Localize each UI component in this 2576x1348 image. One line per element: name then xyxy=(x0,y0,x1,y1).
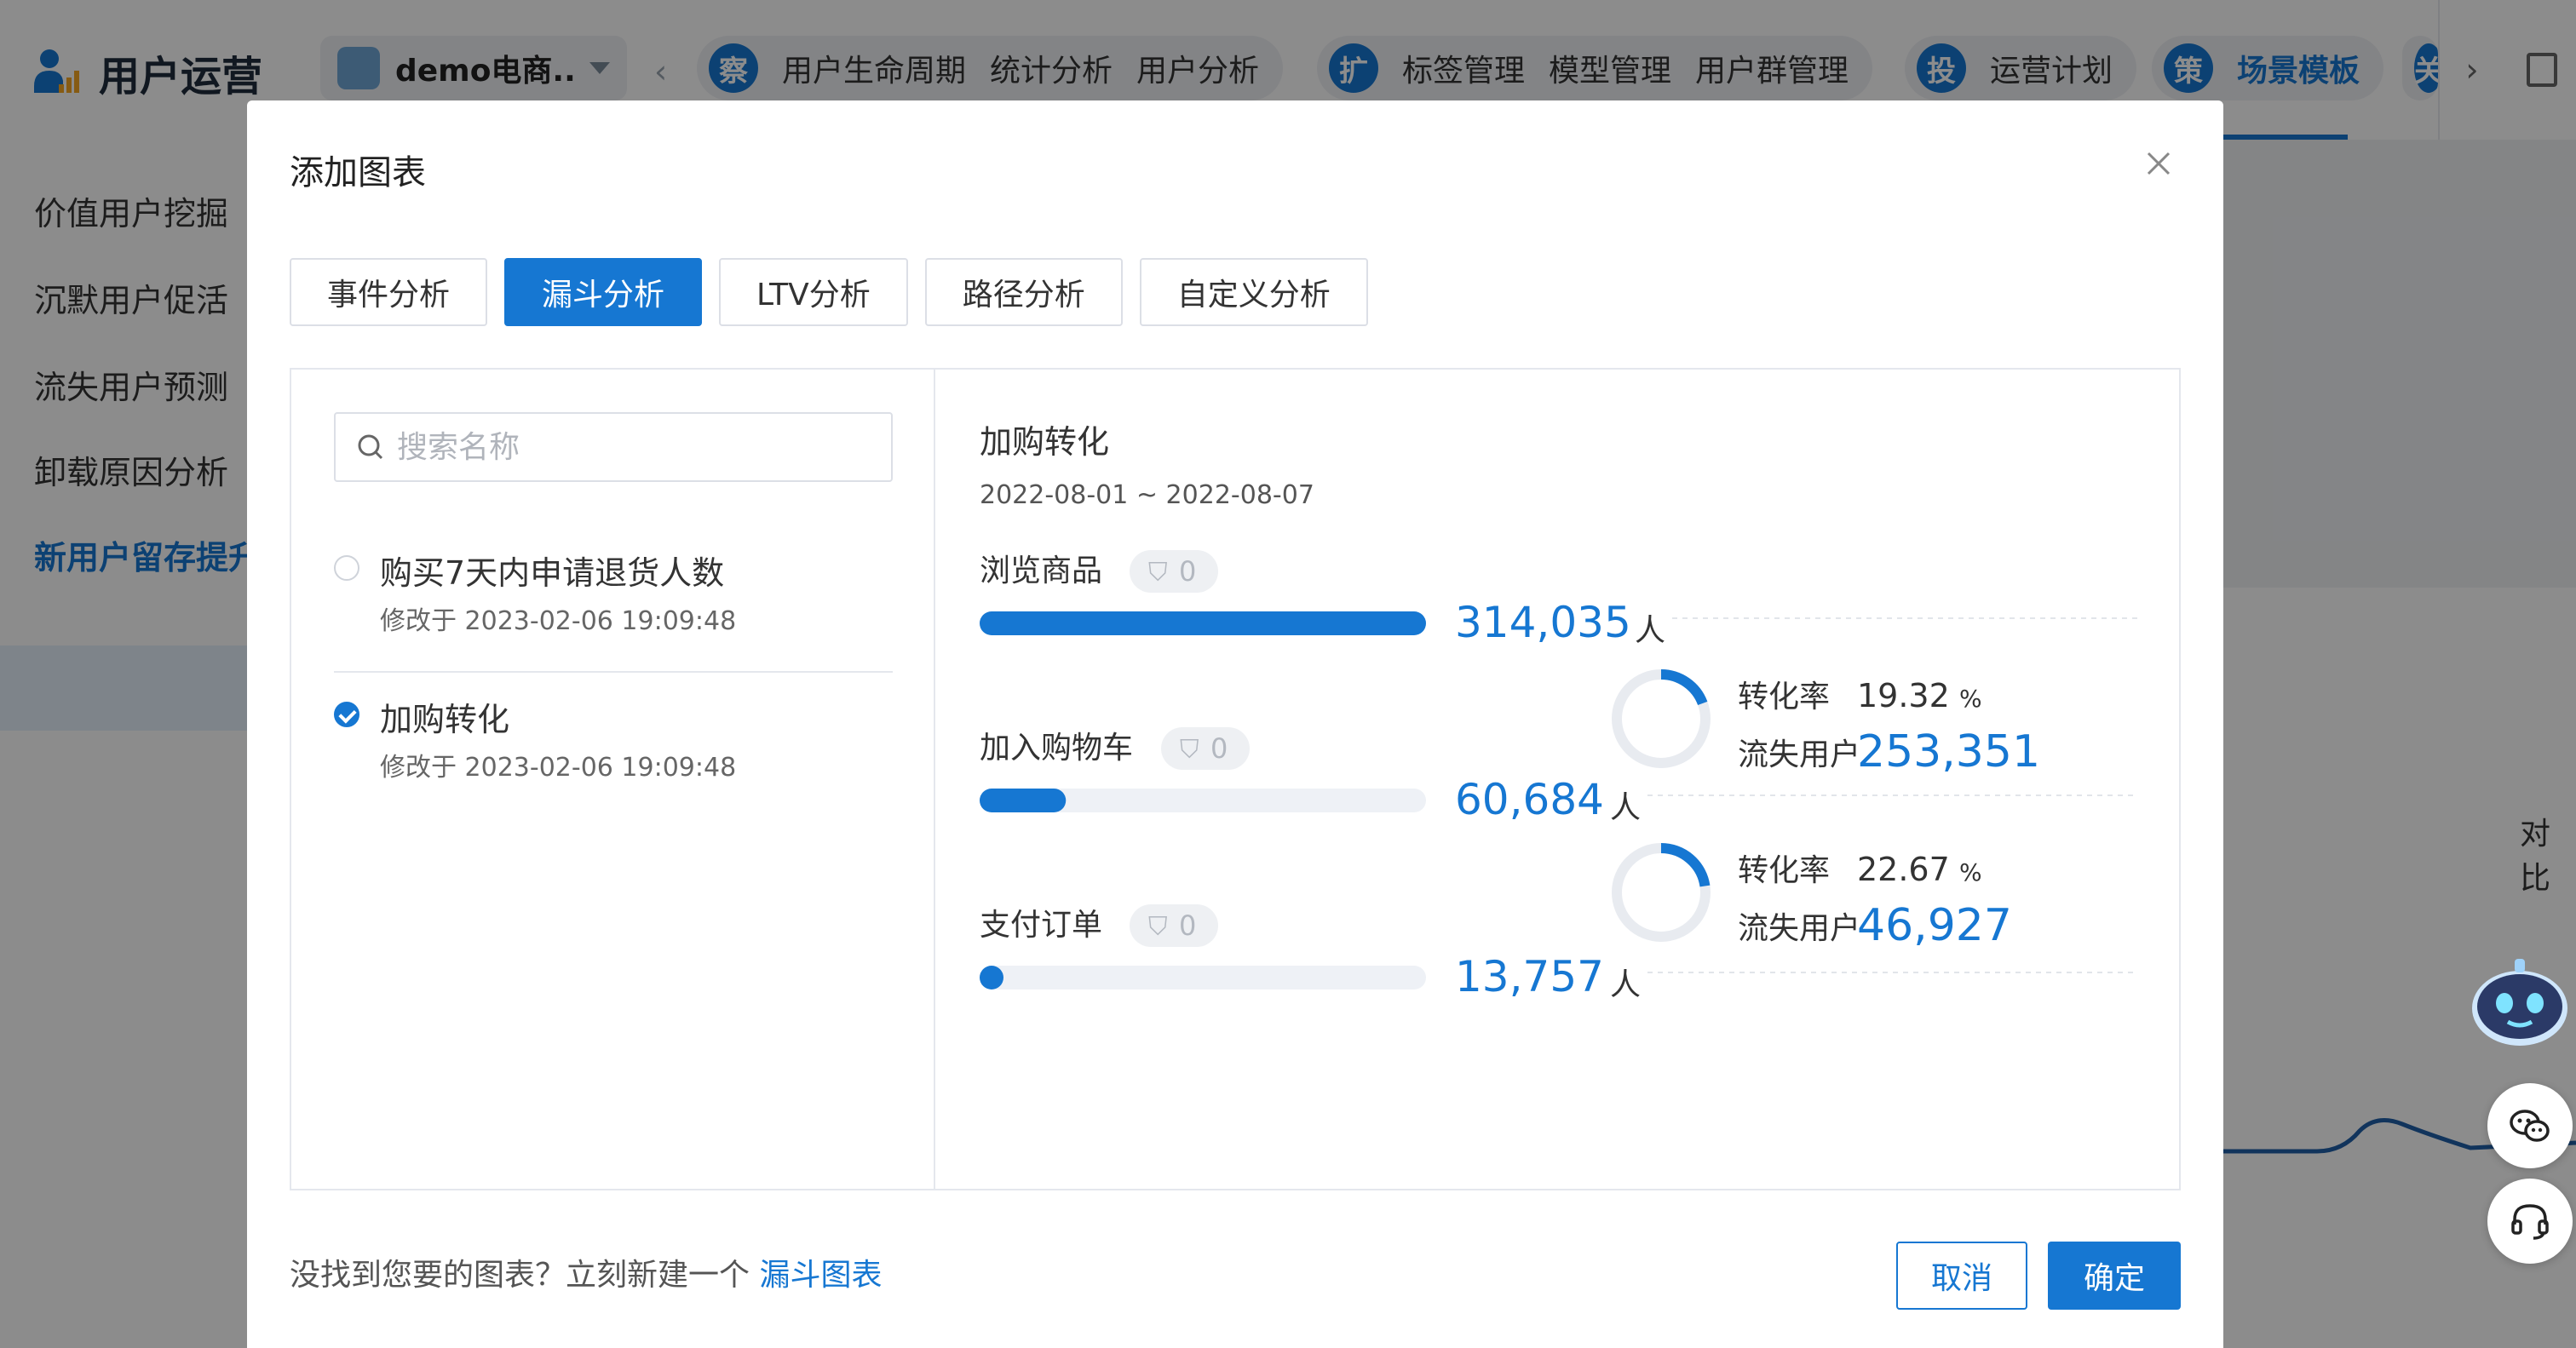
conversion-rate-value: 22.67 xyxy=(1857,851,1950,888)
funnel-unit: 人 xyxy=(1610,967,1641,1002)
list-divider xyxy=(334,671,893,673)
wechat-icon xyxy=(2510,1110,2550,1142)
funnel-value: 60,684 xyxy=(1455,775,1604,824)
chart-preview-panel: 加购转化 2022-08-01 ~ 2022-08-07 浏览商品 ⛉ 0 314,0… xyxy=(937,370,2181,1189)
filter-count: 0 xyxy=(1179,555,1196,588)
funnel-step-name: 浏览商品 xyxy=(980,554,1102,588)
headset-icon xyxy=(2511,1204,2549,1240)
cancel-button[interactable]: 取消 xyxy=(1896,1242,2027,1310)
chart-item-title: 加购转化 xyxy=(380,701,510,738)
conversion-rate-value: 19.32 xyxy=(1857,677,1950,714)
funnel-bar-track xyxy=(980,966,1426,989)
filter-icon: ⛉ xyxy=(1148,558,1168,588)
conversion-rate-unit: % xyxy=(1959,685,1982,713)
conversion-rate-label: 转化率 xyxy=(1738,853,1830,888)
funnel-chart: 浏览商品 ⛉ 0314,035 人加入购物车 ⛉ 060,684 人支付订单 ⛉ 013,757… xyxy=(980,550,2138,1002)
filter-badge xyxy=(1130,904,1218,947)
create-funnel-chart-link[interactable]: 漏斗图表 xyxy=(759,1258,882,1293)
chart-item-modified: 修改于 2023-02-06 19:09:48 xyxy=(380,606,737,636)
filter-icon: ⛉ xyxy=(1148,912,1168,942)
analysis-tabs: 事件分析 漏斗分析 LTV分析 路径分析 自定义分析 xyxy=(290,258,1368,326)
funnel-step-name: 加入购物车 xyxy=(980,731,1133,766)
funnel-unit: 人 xyxy=(1635,613,1665,648)
filter-icon: ⛉ xyxy=(1180,735,1199,765)
lost-users-label: 流失用户 xyxy=(1738,911,1860,946)
conversion-rate-unit: % xyxy=(1959,858,1982,886)
funnel-bar xyxy=(980,966,1003,989)
funnel-step-name: 支付订单 xyxy=(980,908,1102,943)
footer-prompt-text: 没找到您要的图表？立刻新建一个 xyxy=(290,1258,750,1293)
chart-item-modified: 修改于 2023-02-06 19:09:48 xyxy=(380,753,737,783)
radio-checked[interactable] xyxy=(334,702,359,727)
tab-funnel-analysis[interactable]: 漏斗分析 xyxy=(504,258,703,326)
close-icon[interactable] xyxy=(2140,145,2177,182)
funnel-value: 13,757 xyxy=(1455,952,1604,1001)
filter-count: 0 xyxy=(1179,909,1196,942)
add-chart-modal: 添加图表 事件分析 漏斗分析 LTV分析 路径分析 自定义分析 购买7天内申请退… xyxy=(247,100,2223,1348)
tab-ltv-analysis[interactable]: LTV分析 xyxy=(719,258,908,326)
tab-path-analysis[interactable]: 路径分析 xyxy=(924,258,1123,326)
chart-picker: 购买7天内申请退货人数 修改于 2023-02-06 19:09:48 加购转化… xyxy=(290,368,2181,1190)
chart-list-item[interactable]: 购买7天内申请退货人数 修改于 2023-02-06 19:09:48 xyxy=(334,547,893,636)
customer-service-button[interactable] xyxy=(2487,1179,2573,1264)
funnel-unit: 人 xyxy=(1610,790,1641,825)
tab-event-analysis[interactable]: 事件分析 xyxy=(290,258,488,326)
footer-prompt: 没找到您要的图表？立刻新建一个 漏斗图表 xyxy=(290,1250,882,1294)
search-input[interactable] xyxy=(397,429,874,465)
chart-list-item[interactable]: 加购转化 修改于 2023-02-06 19:09:48 xyxy=(334,693,893,783)
confirm-button[interactable]: 确定 xyxy=(2048,1242,2181,1310)
filter-badge xyxy=(1130,550,1218,593)
search-box[interactable] xyxy=(334,412,893,482)
conversion-rate-label: 转化率 xyxy=(1738,680,1830,714)
radio-unchecked[interactable] xyxy=(334,555,359,581)
assistant-robot-icon[interactable] xyxy=(2467,947,2573,1053)
chart-list-panel: 购买7天内申请退货人数 修改于 2023-02-06 19:09:48 加购转化… xyxy=(291,370,935,1189)
lost-users-value: 46,927 xyxy=(1857,900,2012,951)
wechat-button[interactable] xyxy=(2487,1083,2573,1168)
lost-users-value: 253,351 xyxy=(1857,726,2040,777)
tab-custom-analysis[interactable]: 自定义分析 xyxy=(1139,258,1368,326)
chart-item-title: 购买7天内申请退货人数 xyxy=(380,554,725,592)
filter-count: 0 xyxy=(1210,732,1228,765)
funnel-bar xyxy=(980,611,1426,635)
lost-users-label: 流失用户 xyxy=(1738,737,1860,772)
filter-badge xyxy=(1161,727,1250,770)
funnel-value: 314,035 xyxy=(1455,598,1631,647)
modal-title: 添加图表 xyxy=(290,153,426,192)
funnel-bar xyxy=(980,789,1067,812)
search-icon xyxy=(358,434,383,460)
